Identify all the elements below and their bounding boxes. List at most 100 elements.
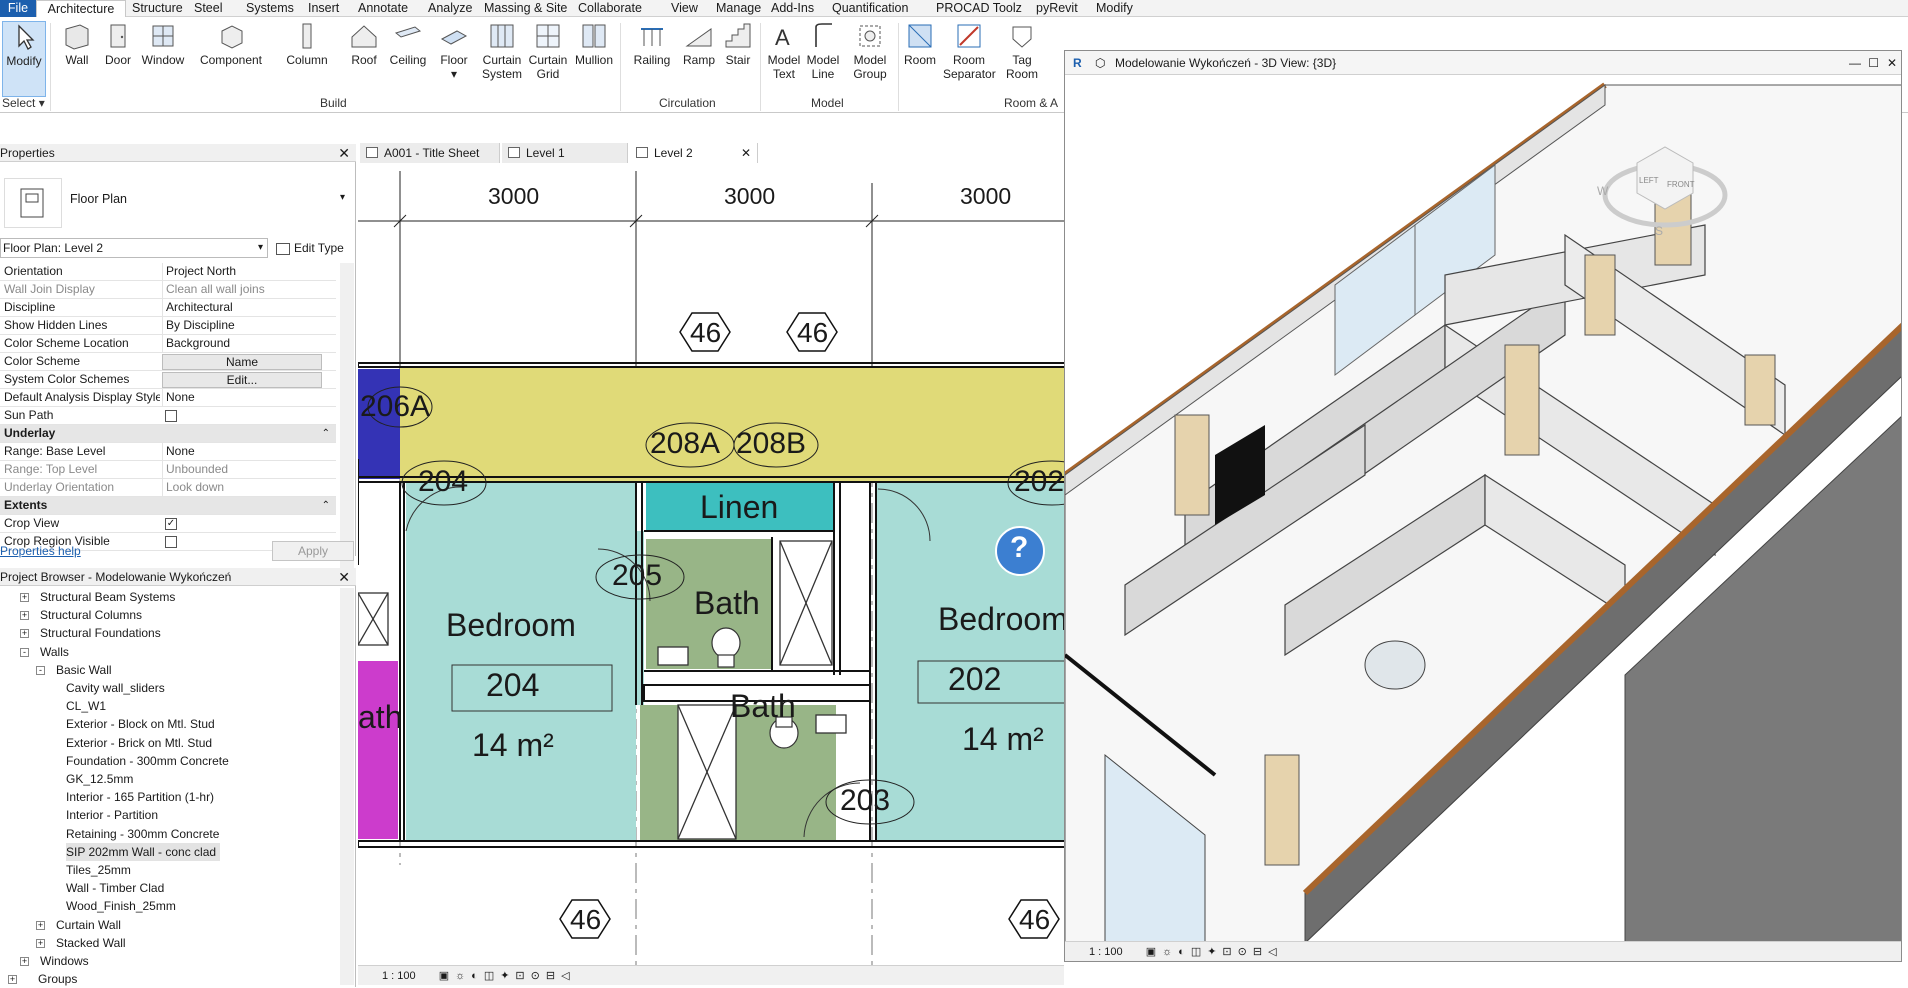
browser-tree-item[interactable]: Retaining - 300mm Concrete (66, 825, 219, 843)
help-question-icon[interactable]: ? (1010, 531, 1028, 565)
grid-tag[interactable]: 46 (570, 904, 601, 936)
room-tag[interactable]: 203 (840, 784, 890, 818)
ribbon-tab-procad-toolz[interactable]: PROCAD Toolz (930, 0, 1030, 17)
ribbon-tab-modify[interactable]: Modify (1090, 0, 1140, 17)
property-value[interactable]: None (162, 389, 322, 406)
property-row[interactable]: Sun Path (0, 407, 336, 425)
3d-view-control-icons[interactable]: ▣☼◐◫✦⊡⊙⊟◁ (1146, 946, 1283, 958)
railing-button[interactable]: Railing (632, 21, 672, 67)
ribbon-tab-file[interactable]: File (0, 0, 36, 17)
model-group-button[interactable]: Model Group (849, 21, 891, 81)
view-tab[interactable]: Level 2 ✕ (630, 143, 758, 163)
room-tag[interactable]: 204 (418, 465, 468, 499)
collapse-icon[interactable]: ⌃ (322, 497, 330, 514)
room-tag[interactable]: 202 (1014, 465, 1064, 499)
browser-tree-item[interactable]: Structural Columns (40, 606, 142, 624)
property-row[interactable]: Orientation Project North (0, 263, 336, 281)
room-tag[interactable]: 208A (650, 427, 720, 461)
view-tab[interactable]: Level 1 (502, 143, 628, 163)
component-button[interactable]: Component (196, 21, 266, 67)
close-icon[interactable]: ✕ (338, 144, 350, 162)
type-selector[interactable] (4, 178, 62, 228)
ribbon-tab-view[interactable]: View (665, 0, 710, 17)
door-button[interactable]: Door (101, 21, 135, 67)
property-row[interactable]: Wall Join Display Clean all wall joins (0, 281, 336, 299)
instance-selector[interactable]: Floor Plan: Level 2 ▾ (0, 238, 268, 258)
browser-tree-item[interactable]: Wood_Finish_25mm (66, 897, 176, 915)
column-button[interactable]: Column (285, 21, 329, 67)
mullion-button[interactable]: Mullion (572, 21, 616, 67)
browser-scrollbar[interactable] (340, 588, 354, 985)
close-icon[interactable]: ✕ (1887, 51, 1897, 75)
property-row[interactable]: Underlay Orientation Look down (0, 479, 336, 497)
property-row[interactable]: Range: Base Level None (0, 443, 336, 461)
collapse-icon[interactable]: - (36, 665, 45, 675)
property-row[interactable]: Show Hidden Lines By Discipline (0, 317, 336, 335)
browser-tree-item[interactable]: Exterior - Brick on Mtl. Stud (66, 734, 212, 752)
ribbon-tab-structure[interactable]: Structure (126, 0, 188, 17)
collapse-icon[interactable]: ⌃ (322, 425, 330, 442)
property-value[interactable]: Clean all wall joins (162, 281, 322, 298)
maximize-icon[interactable]: ☐ (1868, 51, 1879, 75)
property-value[interactable]: By Discipline (162, 317, 322, 334)
browser-tree-item[interactable]: Structural Beam Systems (40, 588, 175, 606)
curtain-grid-button[interactable]: Curtain Grid (526, 21, 570, 81)
property-value[interactable]: Look down (162, 479, 322, 496)
expand-icon[interactable]: + (36, 920, 45, 930)
property-checkbox[interactable]: ✓ (165, 518, 177, 530)
property-row[interactable]: Color Scheme Location Background (0, 335, 336, 353)
roof-button[interactable]: Roof (349, 21, 379, 67)
ceiling-button[interactable]: Ceiling (388, 21, 428, 67)
3d-scale-label[interactable]: 1 : 100 (1089, 946, 1123, 958)
room-tag[interactable]: 208B (736, 427, 806, 461)
browser-tree-item[interactable]: Tiles_25mm (66, 861, 131, 879)
expand-icon[interactable]: + (20, 593, 29, 602)
3d-view-window[interactable]: R ⬡ Modelowanie Wykończeń - 3D View: {3D… (1064, 50, 1902, 962)
curtain-system-button[interactable]: Curtain System (480, 21, 524, 81)
close-icon[interactable]: ✕ (741, 143, 751, 163)
edit-type-button[interactable]: Edit Type (276, 238, 344, 258)
modify-button[interactable]: Modify (2, 21, 46, 97)
property-row[interactable]: System Color Schemes Edit... (0, 371, 336, 389)
browser-tree-item[interactable]: Foundation - 300mm Concrete (66, 752, 229, 770)
ramp-button[interactable]: Ramp (681, 21, 717, 67)
browser-tree-item[interactable]: Structural Foundations (40, 624, 161, 642)
expand-icon[interactable]: + (36, 938, 45, 948)
browser-tree-item[interactable]: Windows (40, 952, 89, 970)
browser-tree-item[interactable]: Interior - Partition (66, 806, 158, 824)
property-row[interactable]: Discipline Architectural (0, 299, 336, 317)
select-dropdown[interactable]: Select ▾ (2, 96, 45, 110)
ribbon-tab-massing-site[interactable]: Massing & Site (478, 0, 572, 17)
floor-plan-view[interactable]: 3000 3000 3000 46 46 46 46 206A 204 208A… (358, 165, 1065, 965)
browser-tree-item[interactable]: Wall - Timber Clad (66, 879, 164, 897)
tag-room-button[interactable]: Tag Room (1003, 21, 1041, 81)
room-button[interactable]: Room (902, 21, 938, 67)
room-separator-button[interactable]: Room Separator (943, 21, 996, 81)
expand-icon[interactable]: + (20, 611, 29, 621)
property-row[interactable]: Range: Top Level Unbounded (0, 461, 336, 479)
property-group-header[interactable]: Underlay ⌃ (0, 425, 336, 443)
view-tab[interactable]: A001 - Title Sheet (360, 143, 500, 163)
model-text-button[interactable]: A Model Text (764, 21, 804, 81)
window-button[interactable]: Window (140, 21, 186, 67)
apply-button[interactable]: Apply (272, 541, 354, 561)
browser-tree-item[interactable]: GK_12.5mm (66, 770, 133, 788)
browser-tree-item[interactable]: Curtain Wall (56, 916, 121, 934)
property-value[interactable]: Project North (162, 263, 322, 280)
property-button[interactable]: Edit... (162, 372, 322, 388)
property-row[interactable]: Default Analysis Display Style None (0, 389, 336, 407)
grid-tag[interactable]: 46 (1019, 904, 1050, 936)
browser-tree-item[interactable]: CL_W1 (66, 697, 106, 715)
model-line-button[interactable]: Model Line (803, 21, 843, 81)
browser-tree-item[interactable]: Cavity wall_sliders (66, 679, 165, 697)
property-value[interactable]: Background (162, 335, 322, 352)
grid-tag[interactable]: 46 (690, 317, 721, 349)
property-value[interactable]: Architectural (162, 299, 322, 316)
ribbon-tab-systems[interactable]: Systems (240, 0, 302, 17)
browser-tree-item[interactable]: Basic Wall (56, 661, 112, 679)
expand-icon[interactable]: + (20, 957, 29, 966)
property-checkbox[interactable] (165, 536, 177, 548)
browser-tree-item[interactable]: SIP 202mm Wall - conc clad (66, 842, 221, 861)
grid-tag[interactable]: 46 (797, 317, 828, 349)
ribbon-tab-pyrevit[interactable]: pyRevit (1030, 0, 1090, 17)
